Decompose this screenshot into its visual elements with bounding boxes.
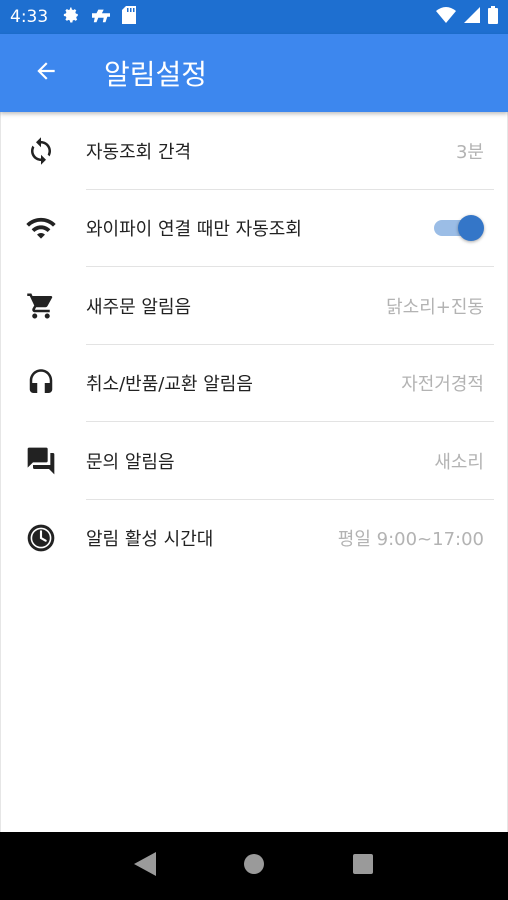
wifi-status-icon [436, 7, 456, 27]
status-time: 4:33 [10, 7, 49, 27]
setting-value: 3분 [455, 141, 484, 163]
status-bar: 4:33 [0, 0, 508, 34]
app-bar: 알림설정 [0, 34, 508, 112]
setting-value: 새소리 [434, 451, 484, 473]
cart-icon [0, 291, 86, 321]
status-icons-left [62, 6, 137, 28]
setting-label: 취소/반품/교환 알림음 [86, 374, 253, 396]
arrow-back-icon [33, 58, 59, 88]
status-icons-right [436, 6, 498, 28]
home-circle-icon [243, 853, 265, 879]
android-icon [90, 6, 112, 28]
wifi-icon [0, 212, 86, 244]
chat-icon [0, 445, 86, 477]
setting-row-inquiry-sound[interactable]: 문의 알림음 새소리 [0, 422, 508, 500]
setting-row-wifi-only[interactable]: 와이파이 연결 때만 자동조회 [0, 190, 508, 267]
sd-card-icon [122, 6, 137, 28]
setting-row-new-order-sound[interactable]: 새주문 알림음 닭소리+진동 [0, 267, 508, 345]
toggle-thumb [458, 215, 484, 242]
recents-square-icon [353, 854, 374, 878]
setting-row-refresh-interval[interactable]: 자동조회 간격 3분 [0, 112, 508, 190]
wifi-only-toggle[interactable] [432, 213, 486, 243]
headphones-icon [0, 368, 86, 398]
sync-icon [0, 136, 86, 166]
clock-icon [0, 522, 86, 554]
nav-back-button[interactable] [115, 836, 175, 896]
back-triangle-icon [133, 852, 156, 880]
setting-label: 알림 활성 시간대 [86, 529, 214, 551]
setting-value: 평일 9:00~17:00 [337, 529, 484, 551]
settings-icon [62, 6, 80, 28]
setting-row-active-hours[interactable]: 알림 활성 시간대 평일 9:00~17:00 [0, 500, 508, 578]
setting-label: 와이파이 연결 때만 자동조회 [86, 219, 302, 241]
setting-value: 닭소리+진동 [386, 296, 484, 318]
setting-label: 자동조회 간격 [86, 141, 192, 163]
nav-home-button[interactable] [224, 836, 284, 896]
navigation-bar [0, 832, 508, 900]
page-title: 알림설정 [104, 58, 208, 91]
setting-label: 새주문 알림음 [86, 296, 192, 318]
nav-recents-button[interactable] [333, 836, 393, 896]
setting-label: 문의 알림음 [86, 451, 175, 473]
battery-icon [488, 6, 498, 28]
signal-icon [464, 7, 480, 27]
setting-value: 자전거경적 [401, 374, 484, 396]
settings-list: 자동조회 간격 3분 와이파이 연결 때만 자동조회 새주문 알림음 닭소리+진… [0, 112, 508, 577]
back-button[interactable] [18, 45, 74, 101]
setting-row-cancel-return-sound[interactable]: 취소/반품/교환 알림음 자전거경적 [0, 345, 508, 422]
